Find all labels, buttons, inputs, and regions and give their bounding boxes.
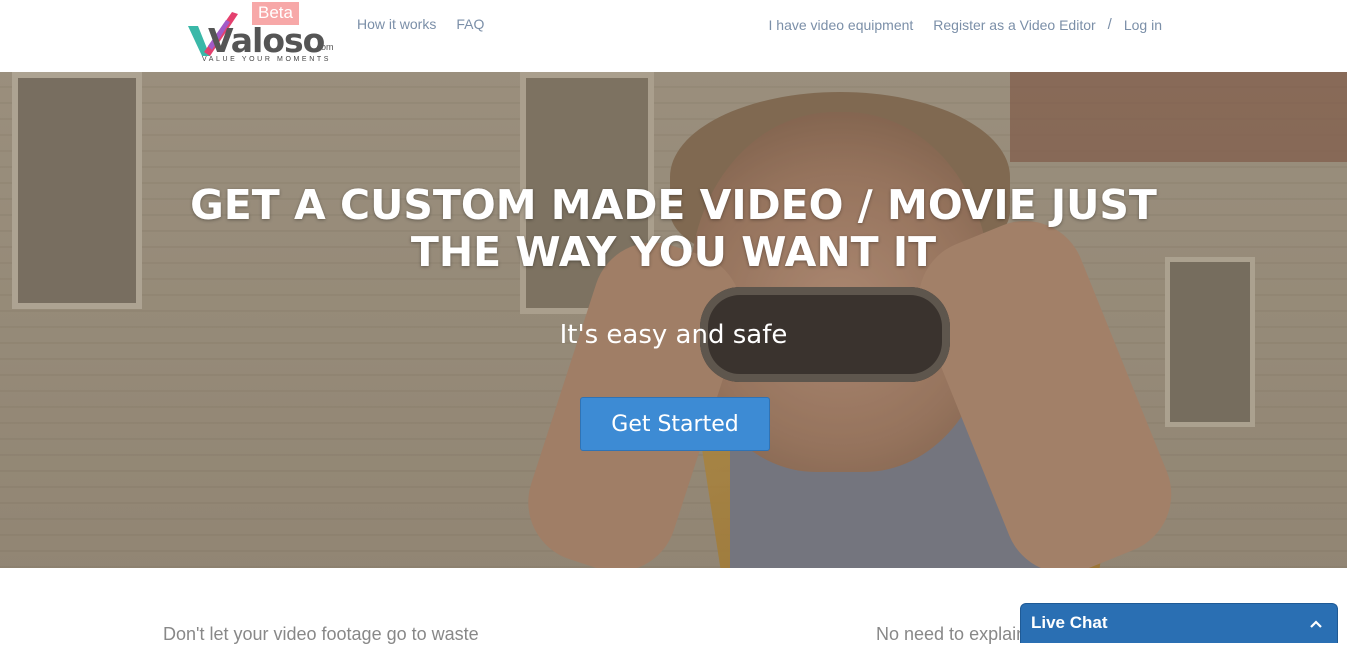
nav-video-equipment[interactable]: I have video equipment [769,17,914,33]
live-chat-label: Live Chat [1031,613,1108,632]
nav-separator: / [1107,16,1112,33]
nav-login[interactable]: Log in [1124,17,1162,33]
hero-banner: GET A CUSTOM MADE VIDEO / MOVIE JUST THE… [0,72,1347,568]
hero-subtitle: It's easy and safe [559,320,788,350]
account-nav: I have video equipment Register as a Vid… [769,16,1162,33]
live-chat-widget[interactable]: Live Chat [1020,603,1338,643]
nav-faq[interactable]: FAQ [456,16,484,32]
logo-tagline: VALUE YOUR MOMENTS [202,56,331,63]
site-header: Valoso .com VALUE YOUR MOMENTS Beta How … [0,0,1347,72]
nav-register-editor[interactable]: Register as a Video Editor [933,17,1095,33]
beta-badge: Beta [252,2,299,25]
logo-wordmark: Valoso [208,21,325,60]
logo-domain: .com [314,42,334,52]
hero-title: GET A CUSTOM MADE VIDEO / MOVIE JUST THE… [190,181,1157,276]
nav-how-it-works[interactable]: How it works [357,16,436,32]
get-started-button[interactable]: Get Started [580,397,770,451]
primary-nav: How it works FAQ [357,16,484,32]
chevron-up-icon[interactable] [1309,612,1323,634]
